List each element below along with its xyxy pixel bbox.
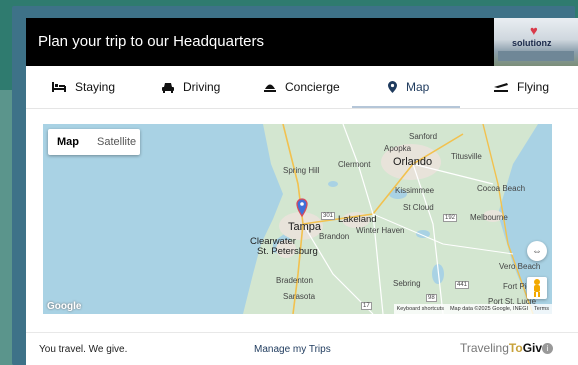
map-label-hwy-17: 17	[361, 302, 372, 310]
map-label-cocoa-beach: Cocoa Beach	[477, 184, 526, 193]
building-image	[498, 51, 574, 61]
logo-text: solutionz	[512, 38, 552, 48]
street-view-pegman[interactable]	[527, 277, 547, 299]
brand-to: To	[508, 341, 523, 355]
map-label-orlando: Orlando	[393, 156, 433, 168]
map-label-bradenton: Bradenton	[276, 276, 313, 285]
plane-icon	[494, 83, 508, 92]
footer: You travel. We give. Manage my Trips Tra…	[26, 332, 578, 365]
map-label-winter-haven: Winter Haven	[356, 226, 405, 235]
map-label-hwy-98: 98	[426, 294, 437, 302]
map-label-apopka: Apopka	[384, 144, 412, 153]
map-data-text: Map data ©2025 Google, INEGI	[449, 306, 529, 312]
trip-planner-card: Plan your trip to our Headquarters ♥ sol…	[26, 18, 578, 365]
map-label-sebring: Sebring	[393, 279, 421, 288]
map-type-map-button[interactable]: Map	[48, 129, 88, 155]
tab-driving[interactable]: Driving	[162, 66, 220, 108]
map-label-hwy-301: 301	[321, 212, 336, 220]
terms-link[interactable]: Terms	[534, 306, 549, 312]
map-label-kissimmee: Kissimmee	[395, 186, 435, 195]
bell-icon	[264, 84, 276, 92]
pan-arrows-icon: ⇔	[532, 245, 542, 257]
map-label-sanford: Sanford	[409, 132, 438, 141]
map-label-vero-beach: Vero Beach	[499, 262, 541, 271]
heart-icon: ♥	[530, 23, 538, 38]
page-title: Plan your trip to our Headquarters	[38, 33, 264, 50]
google-map[interactable]: Map Satellite Sanford Apopka Clermont Or…	[43, 124, 552, 314]
tab-bar: Staying Driving Concierge Map Flying	[26, 66, 578, 109]
keyboard-shortcuts-link[interactable]: Keyboard shortcuts	[397, 306, 444, 312]
map-label-clermont: Clermont	[338, 160, 371, 169]
map-label-hwy-192: 192	[443, 214, 458, 222]
map-label-lakeland: Lakeland	[338, 214, 377, 225]
tab-driving-label: Driving	[183, 80, 221, 94]
header-bar: Plan your trip to our Headquarters ♥ sol…	[26, 18, 578, 66]
tab-concierge[interactable]: Concierge	[264, 66, 340, 108]
footer-tagline: You travel. We give.	[39, 344, 128, 355]
company-logo: ♥ solutionz	[494, 18, 578, 66]
info-icon[interactable]: i	[542, 343, 553, 354]
tab-map[interactable]: Map	[388, 66, 429, 108]
bed-icon	[52, 82, 66, 92]
map-type-satellite-button[interactable]: Satellite	[88, 129, 145, 155]
map-pin-icon	[388, 81, 397, 93]
tab-staying-label: Staying	[75, 80, 116, 94]
brand-left: Traveling	[460, 341, 509, 355]
map-label-spring-hill: Spring Hill	[283, 166, 320, 175]
map-label-tampa: Tampa	[288, 221, 322, 233]
tab-staying[interactable]: Staying	[52, 66, 115, 108]
map-label-titusville: Titusville	[451, 152, 482, 161]
pegman-icon	[534, 279, 540, 297]
map-attribution: Keyboard shortcuts Map data ©2025 Google…	[393, 304, 552, 314]
map-label-hwy-441: 441	[455, 281, 470, 289]
google-logo: Google	[47, 301, 82, 312]
map-label-melbourne: Melbourne	[470, 213, 508, 222]
map-pan-control[interactable]: ⇔	[527, 241, 547, 261]
map-label-sarasota: Sarasota	[283, 292, 316, 301]
traveling-to-give-logo: TravelingToGive	[460, 341, 549, 355]
active-tab-indicator	[352, 106, 460, 108]
manage-trips-link[interactable]: Manage my Trips	[254, 344, 331, 355]
map-label-brandon: Brandon	[319, 232, 350, 241]
tab-flying[interactable]: Flying	[494, 66, 549, 108]
car-icon	[162, 82, 174, 93]
tab-flying-label: Flying	[517, 80, 550, 94]
map-label-st-cloud: St Cloud	[403, 203, 434, 212]
map-type-control: Map Satellite	[48, 129, 140, 155]
tab-map-label: Map	[406, 80, 430, 94]
tab-concierge-label: Concierge	[285, 80, 340, 94]
map-label-st-petersburg: St. Petersburg	[257, 246, 318, 257]
